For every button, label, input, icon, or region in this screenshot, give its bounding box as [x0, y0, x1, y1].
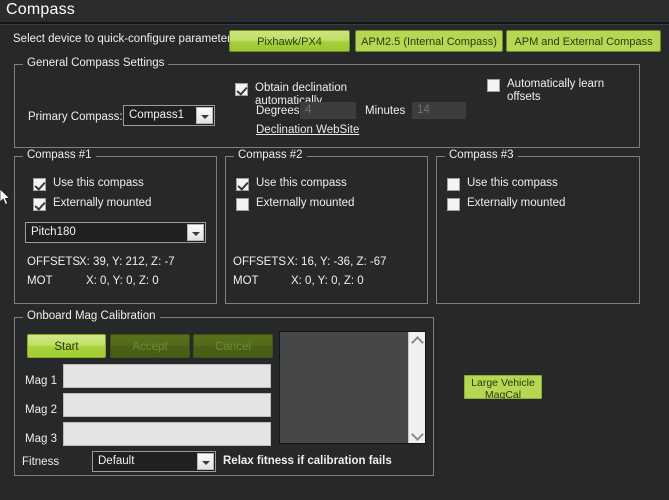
primary-compass-label: Primary Compass:: [28, 111, 123, 123]
declination-website-link[interactable]: Declination WebSite: [256, 124, 359, 136]
compass-2-use-row[interactable]: Use this compass: [236, 177, 347, 191]
mag-1-progress: [63, 364, 271, 388]
quick-configure-label: Select device to quick-configure paramet…: [13, 33, 237, 45]
page-title: Compass: [6, 1, 75, 18]
compass-3-external-row[interactable]: Externally mounted: [447, 197, 565, 211]
compass-1-external-row[interactable]: Externally mounted: [33, 197, 151, 211]
compass-2-mot-value: X: 0, Y: 0, Z: 0: [291, 275, 364, 287]
window-title-bar: Compass: [0, 0, 669, 22]
mag-2-label: Mag 2: [25, 404, 57, 416]
compass-1-group-label: Compass #1: [23, 149, 96, 161]
minutes-field[interactable]: 14: [412, 102, 466, 119]
mag-3-label: Mag 3: [25, 433, 57, 445]
degrees-field[interactable]: 4: [300, 102, 356, 119]
large-vehicle-magcal-button[interactable]: Large Vehicle MagCal: [464, 375, 542, 401]
compass-2-external-row[interactable]: Externally mounted: [236, 197, 354, 211]
compass-1-use-row[interactable]: Use this compass: [33, 177, 144, 191]
obtain-declination-checkbox[interactable]: [235, 83, 248, 96]
onboard-group-label: Onboard Mag Calibration: [23, 310, 160, 322]
accept-calibration-button: Accept: [110, 334, 190, 358]
compass-3-external-checkbox[interactable]: [447, 198, 460, 211]
compass-1-orientation-select[interactable]: Pitch180: [25, 222, 206, 243]
degrees-label: Degrees: [256, 105, 300, 117]
log-scrollbar[interactable]: [408, 332, 425, 443]
minutes-value: 14: [417, 104, 430, 116]
compass-1-mot-value: X: 0, Y: 0, Z: 0: [86, 275, 159, 287]
compass-3-use-row[interactable]: Use this compass: [447, 177, 558, 191]
compass-3-use-checkbox[interactable]: [447, 178, 460, 191]
compass-2-group-label: Compass #2: [234, 149, 307, 161]
calibration-log-list[interactable]: [279, 331, 426, 444]
minutes-label: Minutes: [365, 105, 406, 117]
mag-2-progress: [63, 393, 271, 417]
compass-1-external-checkbox[interactable]: [33, 198, 46, 211]
compass-3-external-label: Externally mounted: [467, 197, 566, 209]
compass-1-offsets-value: X: 39, Y: 212, Z: -7: [79, 256, 175, 268]
scroll-down-arrow-icon[interactable]: [409, 426, 426, 443]
compass-1-orientation-value: Pitch180: [31, 226, 76, 238]
compass-3-group-label: Compass #3: [445, 149, 518, 161]
chevron-down-icon[interactable]: [196, 107, 213, 124]
chevron-down-icon[interactable]: [197, 453, 214, 470]
chevron-down-icon[interactable]: [187, 224, 204, 241]
quick-config-apm-external-button[interactable]: APM and External Compass: [506, 30, 661, 52]
fitness-value: Default: [98, 455, 135, 467]
compass-1-mot-label: MOT: [27, 275, 53, 287]
mag-1-label: Mag 1: [25, 375, 57, 387]
mouse-cursor-icon: [0, 189, 11, 206]
fitness-select[interactable]: Default: [92, 451, 216, 472]
compass-1-external-label: Externally mounted: [53, 197, 152, 209]
compass-2-external-checkbox[interactable]: [236, 198, 249, 211]
primary-compass-select[interactable]: Compass1: [123, 105, 215, 126]
mag-3-progress: [63, 422, 271, 446]
compass-2-offsets-label: OFFSETS: [233, 256, 287, 268]
primary-compass-value: Compass1: [129, 109, 184, 121]
degrees-value: 4: [305, 104, 312, 116]
compass-3-use-label: Use this compass: [467, 177, 558, 189]
auto-learn-offsets-checkbox-row[interactable]: Automatically learn offsets: [487, 78, 627, 104]
compass-2-use-label: Use this compass: [256, 177, 347, 189]
cancel-calibration-button: Cancel: [193, 334, 273, 358]
general-group-label: General Compass Settings: [23, 57, 169, 69]
compass-2-mot-label: MOT: [233, 275, 259, 287]
quick-config-pixhawk-button[interactable]: Pixhawk/PX4: [229, 30, 350, 52]
auto-learn-offsets-checkbox[interactable]: [487, 79, 500, 92]
compass-1-use-checkbox[interactable]: [33, 178, 46, 191]
compass-2-offsets-value: X: 16, Y: -36, Z: -67: [287, 256, 387, 268]
compass-2-external-label: Externally mounted: [256, 197, 355, 209]
fitness-label: Fitness: [22, 456, 60, 468]
relax-fitness-hint: Relax fitness if calibration fails: [223, 455, 392, 467]
compass-1-use-label: Use this compass: [53, 177, 144, 189]
compass-2-use-checkbox[interactable]: [236, 178, 249, 191]
start-calibration-button[interactable]: Start: [27, 334, 106, 358]
quick-config-apm25-button[interactable]: APM2.5 (Internal Compass): [355, 30, 503, 52]
auto-learn-offsets-label: Automatically learn offsets: [507, 78, 605, 103]
compass-1-offsets-label: OFFSETS: [27, 256, 81, 268]
scroll-up-arrow-icon[interactable]: [409, 332, 426, 349]
title-divider: [0, 22, 669, 25]
